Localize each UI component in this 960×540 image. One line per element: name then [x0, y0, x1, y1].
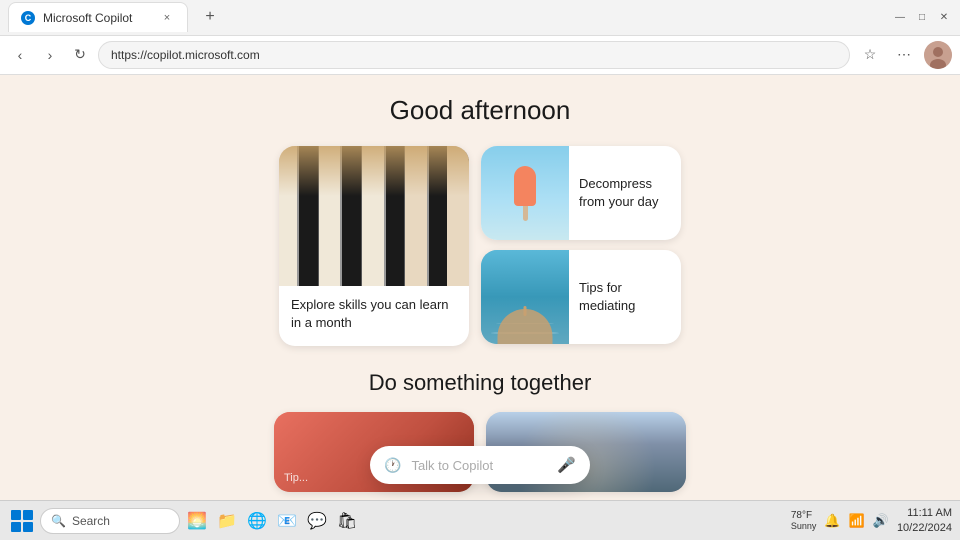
explore-skills-card[interactable]: Explore skills you can learn in a month	[279, 146, 469, 346]
tab-title: Microsoft Copilot	[43, 11, 151, 25]
tab-favicon: C	[21, 11, 35, 25]
weather-widget[interactable]: 78°F Sunny	[791, 510, 817, 531]
temperature: 78°F	[791, 510, 817, 521]
extensions-button[interactable]: ⋯	[890, 41, 918, 69]
maximize-button[interactable]: □	[914, 9, 930, 25]
explore-skills-text: Explore skills you can learn in a month	[279, 286, 469, 342]
cards-grid: Explore skills you can learn in a month …	[279, 146, 681, 346]
water-image	[481, 250, 569, 344]
taskbar: 🔍 Search 🌅 📁 🌐 📧 💬 🛍 78°F Sunny 🔔 📶 🔊 11…	[0, 500, 960, 540]
taskbar-clock[interactable]: 11:11 AM 10/22/2024	[897, 506, 952, 535]
taskbar-teams-icon[interactable]: 💬	[304, 508, 330, 534]
taskbar-right: 78°F Sunny 🔔 📶 🔊 11:11 AM 10/22/2024	[791, 506, 952, 535]
piano-image	[279, 146, 469, 286]
clock-icon: 🕐	[384, 457, 401, 474]
notification-icon[interactable]: 🔔	[824, 513, 840, 529]
start-button[interactable]	[8, 507, 36, 535]
close-button[interactable]: ✕	[936, 9, 952, 25]
time-display: 11:11 AM	[897, 506, 952, 520]
section2-title: Do something together	[369, 370, 592, 396]
title-bar: C Microsoft Copilot × + — □ ✕	[0, 0, 960, 35]
minimize-button[interactable]: —	[892, 9, 908, 25]
new-tab-button[interactable]: +	[196, 3, 224, 31]
floating-search-wrap: 🕐 Talk to Copilot 🎤	[370, 446, 590, 484]
tab-close-button[interactable]: ×	[159, 10, 175, 26]
active-tab[interactable]: C Microsoft Copilot ×	[8, 2, 188, 32]
taskbar-search-label: Search	[72, 514, 110, 528]
refresh-button[interactable]: ↻	[68, 43, 92, 67]
forward-button[interactable]: ›	[38, 43, 62, 67]
back-button[interactable]: ‹	[8, 43, 32, 67]
greeting-heading: Good afternoon	[390, 95, 571, 126]
talk-to-copilot-input[interactable]: 🕐 Talk to Copilot 🎤	[370, 446, 590, 484]
weather-condition: Sunny	[791, 521, 817, 531]
profile-avatar[interactable]	[924, 41, 952, 69]
page-content: Good afternoon	[0, 75, 960, 500]
popsicle-image	[481, 146, 569, 240]
popsicle-shape	[511, 166, 539, 221]
start-icon	[11, 510, 33, 532]
favorites-icon[interactable]: ☆	[856, 41, 884, 69]
taskbar-mail-icon[interactable]: 📧	[274, 508, 300, 534]
bottom-cards: Tip... 🕐 Talk to Copilot 🎤	[274, 412, 686, 492]
bottom-card-1-label: Tip...	[284, 472, 308, 484]
date-display: 10/22/2024	[897, 521, 952, 535]
small-cards-column: Decompress from your day	[481, 146, 681, 346]
browser-chrome: C Microsoft Copilot × + — □ ✕ ‹ › ↻ ☆ ⋯	[0, 0, 960, 75]
search-placeholder-text: Talk to Copilot	[411, 458, 547, 473]
address-bar-row: ‹ › ↻ ☆ ⋯	[0, 35, 960, 74]
taskbar-photos-icon[interactable]: 🌅	[184, 508, 210, 534]
taskbar-search[interactable]: 🔍 Search	[40, 508, 180, 534]
decompress-card[interactable]: Decompress from your day	[481, 146, 681, 240]
window-controls: — □ ✕	[892, 9, 952, 25]
wifi-icon[interactable]: 📶	[849, 513, 865, 529]
decompress-text: Decompress from your day	[569, 146, 681, 240]
address-input[interactable]	[98, 41, 850, 69]
mediating-text: Tips for mediating	[569, 250, 681, 344]
mediating-card[interactable]: Tips for mediating	[481, 250, 681, 344]
taskbar-store-icon[interactable]: 🛍	[334, 508, 360, 534]
mic-icon[interactable]: 🎤	[557, 456, 576, 474]
taskbar-search-icon: 🔍	[51, 514, 66, 528]
volume-icon[interactable]: 🔊	[873, 513, 889, 529]
taskbar-edge-icon[interactable]: 🌐	[244, 508, 270, 534]
taskbar-files-icon[interactable]: 📁	[214, 508, 240, 534]
